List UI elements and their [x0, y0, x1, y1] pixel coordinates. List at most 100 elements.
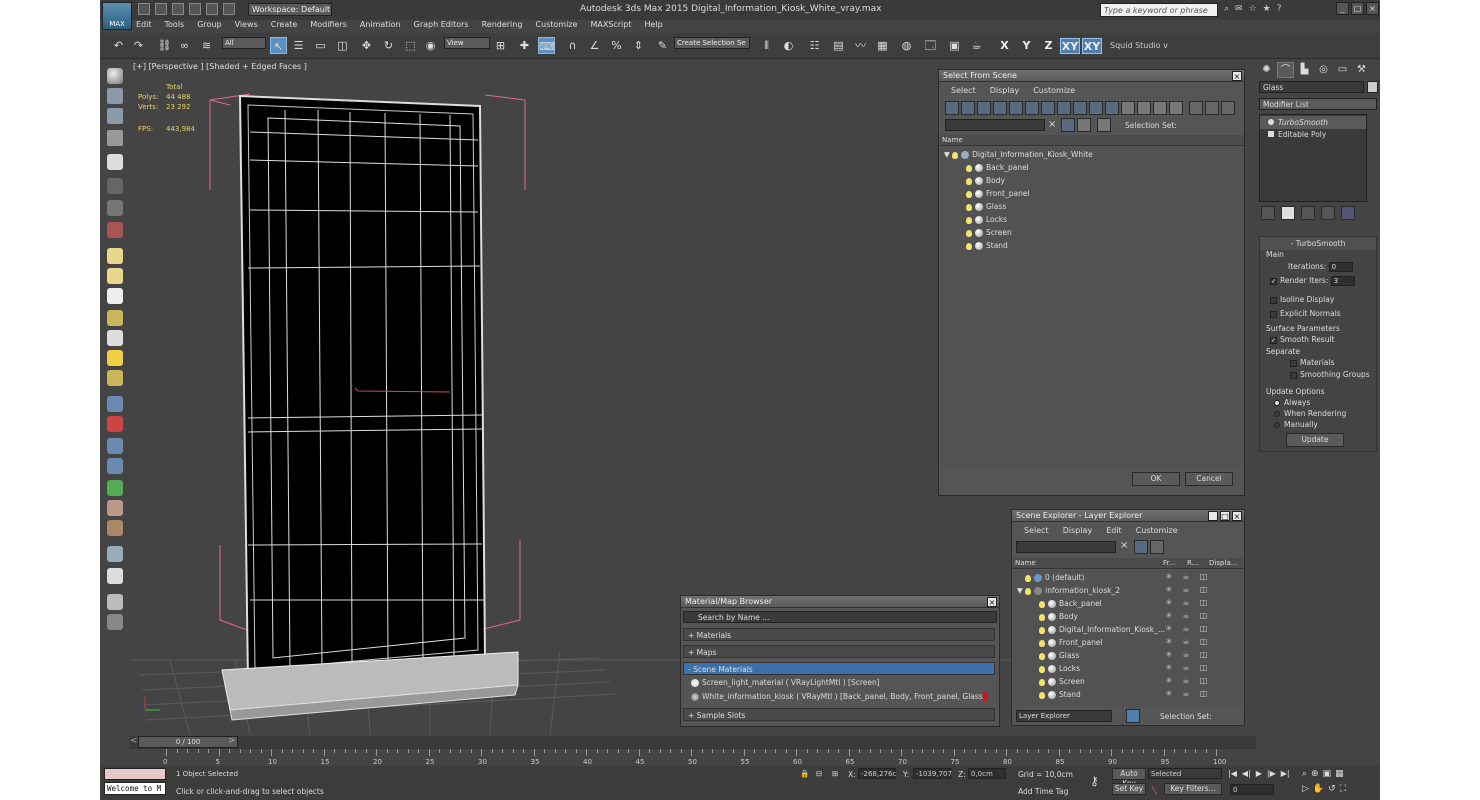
menu-customize[interactable]: Customize — [535, 20, 577, 32]
link-icon[interactable]: ⛓ — [156, 37, 173, 54]
col-frozen[interactable]: Fr... — [1161, 558, 1185, 569]
torus-icon[interactable] — [107, 310, 123, 326]
curve-editor-icon[interactable]: 〰 — [852, 37, 869, 54]
selection-set-icon[interactable] — [1097, 118, 1111, 132]
layer-row[interactable]: Front_panel — [1039, 636, 1103, 649]
explicit-normals-row[interactable]: Explicit Normals — [1270, 309, 1341, 318]
update-button[interactable]: Update — [1286, 433, 1344, 447]
layer-row[interactable]: Screen — [1039, 675, 1085, 688]
menu-display[interactable]: Display — [990, 86, 1020, 98]
workspace-select[interactable]: Workspace: Default — [248, 3, 332, 16]
menu-views[interactable]: Views — [235, 20, 258, 32]
show-end-result-icon[interactable] — [1281, 206, 1295, 220]
list-item[interactable]: Back_panel — [966, 161, 1029, 174]
close-button[interactable]: × — [1366, 2, 1379, 15]
menu-display[interactable]: Display — [1063, 526, 1093, 538]
hierarchy-icon[interactable] — [1221, 101, 1235, 115]
column-name[interactable]: Name — [940, 135, 1244, 146]
object-color-swatch[interactable] — [1367, 81, 1378, 93]
light-icon[interactable] — [107, 154, 123, 170]
smooth-result-row[interactable]: ✓ Smooth Result — [1270, 335, 1335, 344]
trackbar[interactable]: 0 5 10 15 20 25 30 35 40 45 50 55 60 65 70 75 80 85 90 95 10… — [130, 748, 1256, 766]
maxscript-mini-listener[interactable]: Welcome to M — [104, 782, 166, 795]
zoom-extents-all-icon[interactable]: ▦ — [1335, 769, 1344, 779]
minimize-button[interactable]: _ — [1336, 2, 1349, 15]
col-render[interactable]: R... — [1185, 558, 1207, 569]
update-manually-radio[interactable]: Manually — [1274, 420, 1318, 429]
keyboard-shortcut-toggle-icon[interactable]: ⌨ — [538, 37, 555, 54]
time-slider-handle[interactable]: 0 / 100 — [138, 736, 238, 748]
explorer-type-select[interactable]: Layer Explorer — [1016, 710, 1112, 722]
remove-modifier-icon[interactable] — [1321, 206, 1335, 220]
menu-modifiers[interactable]: Modifiers — [310, 20, 347, 32]
hair-icon[interactable] — [107, 500, 123, 516]
subscription-icon[interactable]: ✉ — [1235, 4, 1243, 14]
make-unique-icon[interactable] — [1301, 206, 1315, 220]
separate-smoothing-row[interactable]: Smoothing Groups — [1290, 370, 1370, 379]
redo-icon[interactable]: ↷ — [130, 37, 147, 54]
list-item-root[interactable]: ▼ Digital_Information_Kiosk_White — [944, 148, 1093, 161]
goto-end-icon[interactable]: ▶| — [1281, 769, 1290, 778]
selection-filter-select[interactable]: All — [222, 37, 266, 49]
display-shapes-icon[interactable] — [961, 101, 975, 115]
list-item[interactable]: Locks — [966, 213, 1007, 226]
app-menu-button[interactable]: MAX — [102, 2, 132, 30]
explorer-minimize-button[interactable]: _ — [1208, 511, 1218, 521]
search-icon[interactable]: ⌕ — [1224, 4, 1229, 14]
pan-icon[interactable]: ✋ — [1313, 784, 1324, 794]
zoom-all-icon[interactable]: ⊕ — [1311, 769, 1319, 779]
update-when-rendering-radio[interactable]: When Rendering — [1274, 409, 1346, 418]
settings-icon[interactable] — [107, 594, 123, 610]
undo-icon[interactable] — [189, 3, 201, 15]
material-item[interactable]: White_information_kiosk ( VRayMtl ) [Bac… — [691, 690, 987, 703]
cylinder-icon[interactable] — [107, 108, 123, 124]
help-icon[interactable] — [107, 614, 123, 630]
time-slider[interactable]: < 0 / 100 > — [130, 736, 1256, 748]
utilities-tab-icon[interactable]: ⚒ — [1353, 62, 1370, 78]
iterations-spinner[interactable]: 0 — [1328, 262, 1353, 272]
modify-tab-icon[interactable]: ⌒ — [1277, 62, 1294, 78]
separate-materials-row[interactable]: Materials — [1290, 358, 1334, 367]
menu-tools[interactable]: Tools — [165, 20, 185, 32]
display-helpers-icon[interactable] — [1009, 101, 1023, 115]
axis-xy-cycle-button[interactable]: XY — [1082, 38, 1102, 54]
layer-row[interactable]: Back_panel — [1039, 597, 1102, 610]
key-filters-button[interactable]: Key Filters... — [1164, 783, 1222, 795]
menu-group[interactable]: Group — [197, 20, 221, 32]
display-frozen-icon[interactable] — [1105, 101, 1119, 115]
menu-maxscript[interactable]: MAXScript — [590, 20, 631, 32]
col-name[interactable]: Name — [1013, 558, 1161, 569]
axis-x-button[interactable]: X — [996, 38, 1013, 54]
explorer-close-button[interactable]: × — [1232, 511, 1242, 521]
y-coordinate-field[interactable]: -1039,707 — [913, 768, 952, 779]
set-key-button[interactable]: Set Key — [1112, 783, 1146, 795]
explorer-layers-icon[interactable] — [1150, 540, 1164, 554]
percent-snap-icon[interactable]: % — [608, 37, 625, 54]
unlink-icon[interactable]: ∞ — [176, 37, 193, 54]
display-geometry-icon[interactable] — [945, 101, 959, 115]
select-rotate-icon[interactable]: ↻ — [380, 37, 397, 54]
layer-row[interactable]: Stand — [1039, 688, 1081, 701]
select-all-icon[interactable] — [1121, 101, 1135, 115]
select-scale-icon[interactable]: ⬚ — [402, 37, 419, 54]
ok-button[interactable]: OK — [1132, 472, 1180, 486]
stack-item-editable-poly[interactable]: Editable Poly — [1260, 128, 1366, 141]
filter-icon[interactable] — [1189, 101, 1203, 115]
edit-named-selection-icon[interactable]: ✎ — [654, 37, 671, 54]
render-production-icon[interactable]: ☕ — [968, 37, 985, 54]
menu-edit[interactable]: Edit — [1106, 526, 1122, 538]
select-object-icon[interactable]: ↖ — [270, 37, 287, 54]
menu-edit[interactable]: Edit — [136, 20, 152, 32]
set-key-filter-icon[interactable]: ╲ — [1152, 786, 1157, 795]
menu-create[interactable]: Create — [271, 20, 298, 32]
window-crossing-icon[interactable]: ◫ — [334, 37, 351, 54]
display-bones-icon[interactable] — [1073, 101, 1087, 115]
key-mode-select[interactable]: Selected — [1148, 768, 1222, 779]
motion-tab-icon[interactable]: ◎ — [1315, 62, 1332, 78]
menu-select[interactable]: Select — [951, 86, 976, 98]
schematic-view-icon[interactable]: ▦ — [874, 37, 891, 54]
spacewarp-icon[interactable] — [107, 222, 123, 238]
section-maps[interactable]: + Maps — [683, 645, 995, 658]
box-icon[interactable] — [107, 88, 123, 104]
orbit-icon[interactable]: ↺ — [1328, 784, 1336, 794]
